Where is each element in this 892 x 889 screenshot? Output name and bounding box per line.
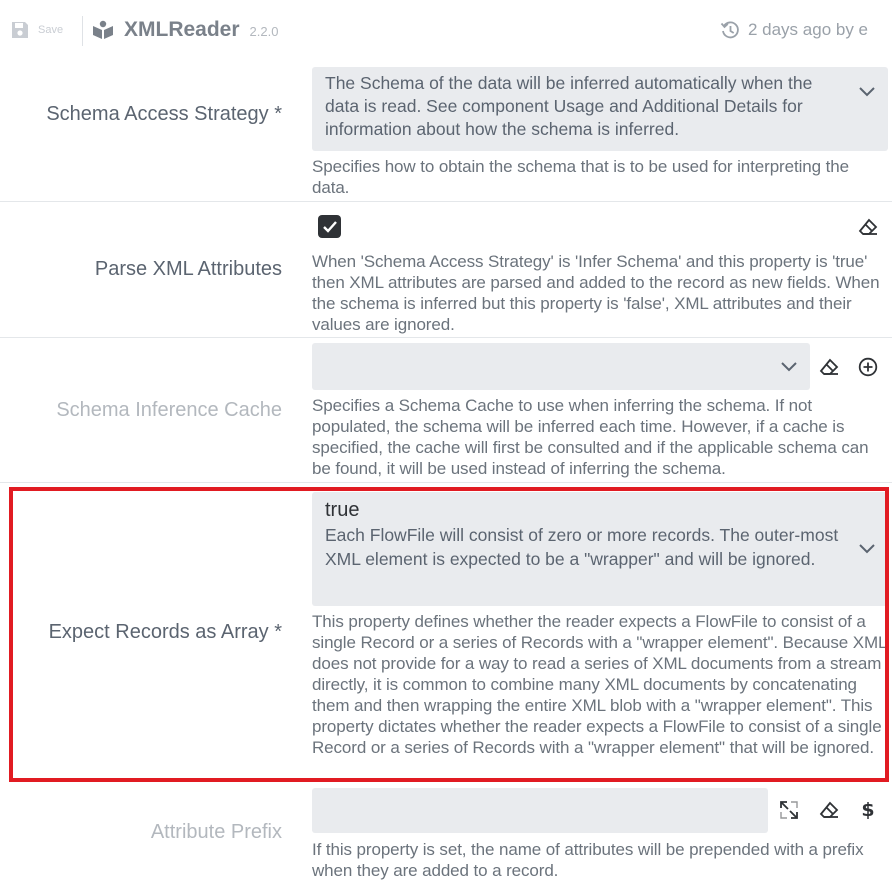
parse-xml-attributes-checkbox[interactable] — [318, 215, 341, 238]
component-header: XMLReader 2.2.0 — [92, 18, 278, 42]
component-box-icon — [93, 20, 113, 39]
floppy-disk-icon — [12, 22, 28, 38]
eraser-icon — [858, 218, 878, 235]
expand-arrows-icon — [780, 801, 798, 819]
save-button[interactable]: Save — [10, 20, 63, 40]
chevron-down-icon — [859, 544, 875, 554]
property-row-schema-inference-cache: Schema Inference Cache Specifies a Schem… — [0, 337, 892, 483]
clear-value-button[interactable] — [857, 216, 879, 238]
clear-value-button[interactable] — [818, 799, 840, 821]
history-clock-icon — [720, 21, 739, 39]
property-label: Attribute Prefix — [150, 821, 282, 843]
attribute-prefix-input[interactable] — [312, 788, 768, 833]
clear-value-button[interactable] — [818, 356, 840, 378]
property-label: Parse XML Attributes — [94, 258, 282, 280]
history-text: 2 days ago by e — [747, 20, 868, 39]
add-controller-service-button[interactable] — [857, 356, 879, 378]
property-description: When 'Schema Access Strategy' is 'Infer … — [312, 252, 880, 334]
expect-records-as-array-select[interactable]: true Each FlowFile will consist of zero … — [312, 492, 888, 606]
open-editor-button[interactable] — [778, 799, 800, 821]
dollar-icon: $ — [861, 799, 875, 821]
history-link[interactable]: 2 days ago by e — [720, 20, 868, 40]
property-description: If this property is set, the name of att… — [312, 840, 864, 880]
chevron-down-icon — [781, 362, 797, 372]
component-version: 2.2.0 — [249, 24, 279, 39]
toolbar-divider — [82, 16, 83, 46]
select-value: true — [325, 499, 360, 521]
component-name: XMLReader — [124, 18, 240, 41]
property-row-parse-xml-attributes: Parse XML Attributes When 'Schema Access… — [0, 201, 892, 338]
plus-circle-icon — [858, 357, 878, 377]
select-value: The Schema of the data will be inferred … — [325, 73, 813, 139]
property-label: Schema Access Strategy * — [46, 103, 282, 125]
top-toolbar: Save XMLReader 2.2.0 2 days ago by e — [0, 0, 892, 64]
chevron-down-icon — [859, 87, 875, 97]
eraser-icon — [819, 358, 839, 375]
checkmark-icon — [322, 220, 337, 233]
eraser-icon — [819, 801, 839, 818]
expression-language-button[interactable]: $ — [857, 799, 879, 821]
property-description: Specifies a Schema Cache to use when inf… — [312, 396, 869, 478]
select-value-description: Each FlowFile will consist of zero or mo… — [325, 525, 839, 569]
property-description: This property defines whether the reader… — [312, 612, 887, 757]
property-row-expect-records-as-array: Expect Records as Array * true Each Flow… — [0, 482, 892, 785]
property-description: Specifies how to obtain the schema that … — [312, 157, 849, 197]
property-label: Schema Inference Cache — [56, 399, 282, 421]
schema-access-strategy-select[interactable]: The Schema of the data will be inferred … — [312, 67, 888, 151]
property-label: Expect Records as Array * — [48, 621, 282, 643]
property-row-schema-access-strategy: Schema Access Strategy * The Schema of t… — [0, 64, 892, 202]
schema-inference-cache-select[interactable] — [312, 343, 810, 390]
save-label: Save — [38, 24, 64, 36]
